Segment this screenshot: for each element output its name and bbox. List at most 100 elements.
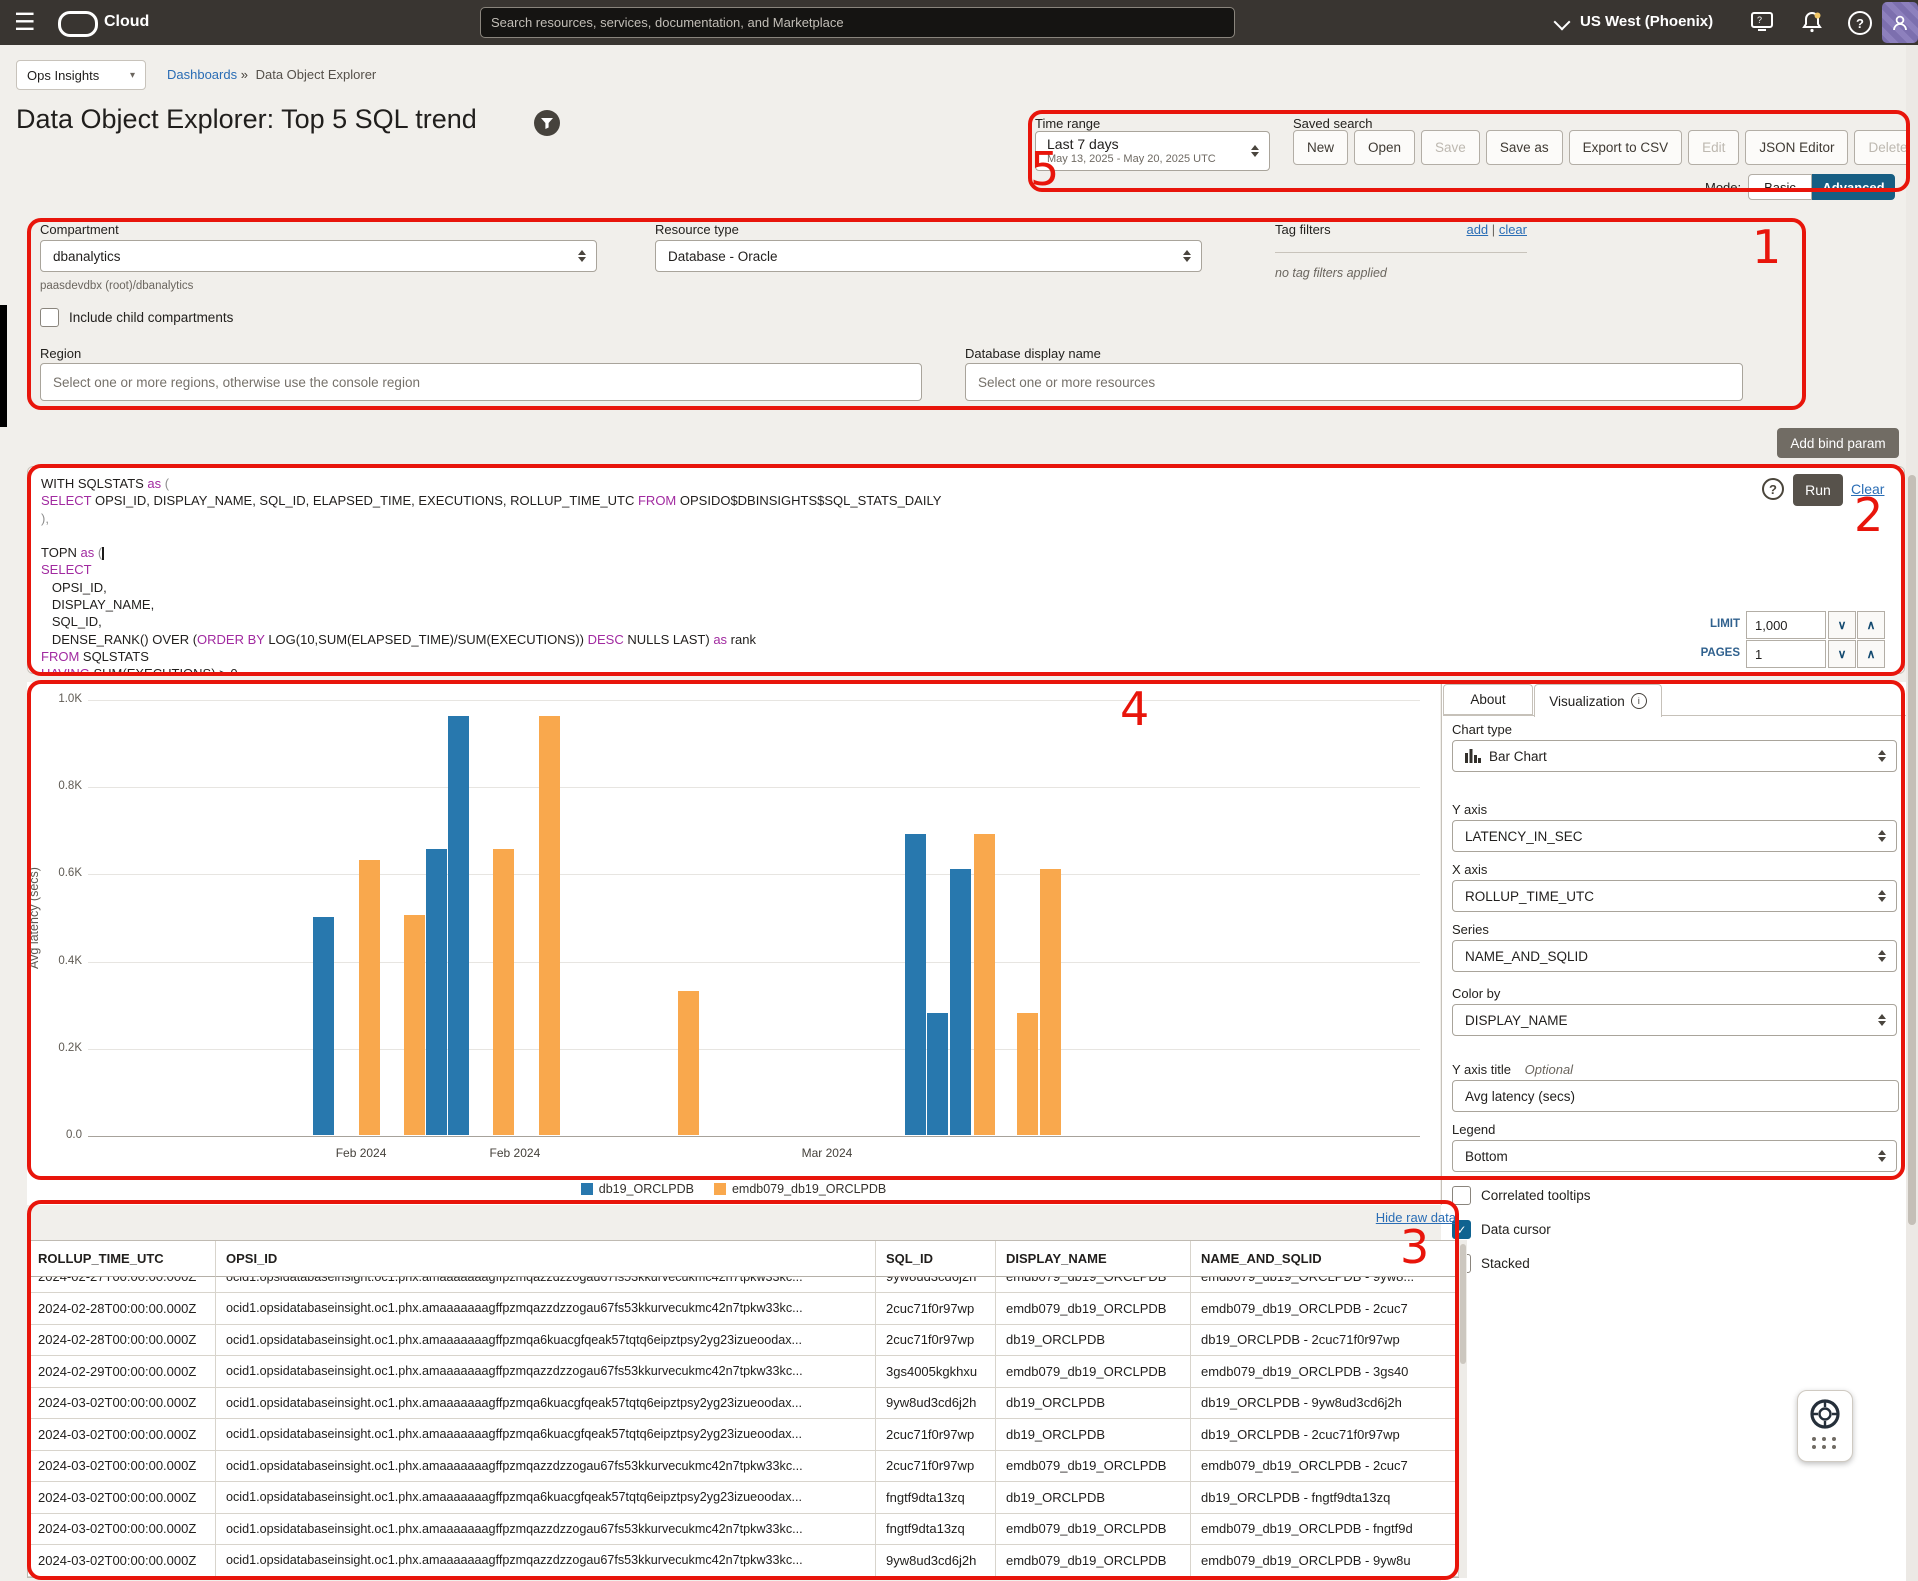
pages-decrement-button[interactable]: ∨ bbox=[1828, 640, 1856, 668]
column-header-name_and_sqlid[interactable]: NAME_AND_SQLID bbox=[1191, 1241, 1459, 1277]
run-button[interactable]: Run bbox=[1793, 474, 1843, 506]
saved-search-save-button[interactable]: Save bbox=[1421, 130, 1480, 165]
chart-type-select[interactable]: Bar Chart bbox=[1452, 740, 1897, 772]
filter-funnel-icon[interactable] bbox=[534, 110, 560, 136]
tab-visualization[interactable]: Visualization i bbox=[1534, 684, 1662, 717]
user-avatar[interactable] bbox=[1882, 2, 1918, 43]
table-row[interactable]: 2024-02-28T00:00:00.000Zocid1.opsidataba… bbox=[28, 1293, 1459, 1325]
table-row[interactable]: 2024-03-02T00:00:00.000Zocid1.opsidataba… bbox=[28, 1388, 1459, 1420]
sql-editor-panel[interactable]: WITH SQLSTATS as (SELECT OPSI_ID, DISPLA… bbox=[27, 466, 1905, 674]
chevron-down-icon[interactable] bbox=[1554, 14, 1571, 31]
table-cell: 2cuc71f0r97wp bbox=[876, 1419, 996, 1451]
saved-search-export-to-csv-button[interactable]: Export to CSV bbox=[1569, 130, 1683, 165]
optional-hint: Optional bbox=[1525, 1062, 1573, 1077]
chart-bar[interactable] bbox=[974, 834, 995, 1135]
table-scrollbar-thumb[interactable] bbox=[1460, 1244, 1466, 1364]
x-axis-select[interactable]: ROLLUP_TIME_UTC bbox=[1452, 880, 1897, 912]
saved-search-new-button[interactable]: New bbox=[1293, 130, 1348, 165]
saved-search-json-editor-button[interactable]: JSON Editor bbox=[1745, 130, 1848, 165]
chart-bar[interactable] bbox=[1017, 1013, 1038, 1135]
chart-bar[interactable] bbox=[1040, 869, 1061, 1135]
legend-item[interactable]: emdb079_db19_ORCLPDB bbox=[714, 1182, 886, 1196]
series-select[interactable]: NAME_AND_SQLID bbox=[1452, 940, 1897, 972]
include-child-checkbox[interactable] bbox=[40, 308, 59, 327]
notifications-bell-icon[interactable] bbox=[1800, 10, 1824, 39]
pages-increment-button[interactable]: ∧ bbox=[1857, 640, 1885, 668]
search-input[interactable] bbox=[480, 7, 1235, 38]
chart-bar[interactable] bbox=[539, 716, 560, 1135]
checkbox[interactable] bbox=[1452, 1186, 1471, 1205]
chart-bar[interactable] bbox=[359, 860, 380, 1135]
chart-bar[interactable] bbox=[426, 849, 447, 1135]
page-scrollbar-thumb[interactable] bbox=[1908, 475, 1916, 1225]
chart-bar[interactable] bbox=[313, 917, 334, 1135]
mode-advanced-button[interactable]: Advanced bbox=[1812, 174, 1895, 200]
resource-type-label: Resource type bbox=[655, 222, 739, 237]
column-header-sql_id[interactable]: SQL_ID bbox=[876, 1241, 996, 1277]
db-display-name-input[interactable] bbox=[965, 363, 1743, 401]
hamburger-menu-icon[interactable]: ☰ bbox=[14, 8, 36, 37]
table-row[interactable]: 2024-03-02T00:00:00.000Zocid1.opsidataba… bbox=[28, 1451, 1459, 1483]
sql-code[interactable]: WITH SQLSTATS as (SELECT OPSI_ID, DISPLA… bbox=[41, 475, 1641, 674]
saved-search-save-as-button[interactable]: Save as bbox=[1486, 130, 1563, 165]
drag-dots-icon bbox=[1812, 1437, 1838, 1449]
sql-help-icon[interactable]: ? bbox=[1762, 478, 1784, 500]
table-row[interactable]: 2024-03-02T00:00:00.000Zocid1.opsidataba… bbox=[28, 1419, 1459, 1451]
limit-increment-button[interactable]: ∧ bbox=[1857, 611, 1885, 639]
saved-search-toolbar: NewOpenSaveSave asExport to CSVEditJSON … bbox=[1293, 130, 1918, 165]
color-by-label: Color by bbox=[1452, 986, 1500, 1001]
table-row[interactable]: 2024-03-02T00:00:00.000Zocid1.opsidataba… bbox=[28, 1545, 1459, 1577]
color-by-select[interactable]: DISPLAY_NAME bbox=[1452, 1004, 1897, 1036]
chart-bar[interactable] bbox=[448, 716, 469, 1135]
column-header-display_name[interactable]: DISPLAY_NAME bbox=[996, 1241, 1191, 1277]
tag-clear-link[interactable]: clear bbox=[1499, 222, 1527, 237]
saved-search-edit-button[interactable]: Edit bbox=[1688, 130, 1739, 165]
saved-search-open-button[interactable]: Open bbox=[1354, 130, 1415, 165]
sql-line: ), bbox=[41, 510, 1641, 527]
column-header-opsi_id[interactable]: OPSI_ID bbox=[216, 1241, 876, 1277]
breadcrumb-dashboards-link[interactable]: Dashboards bbox=[167, 67, 237, 82]
chart-bar[interactable] bbox=[678, 991, 699, 1135]
help-icon[interactable]: ? bbox=[1848, 11, 1872, 35]
time-range-select[interactable]: Last 7 days May 13, 2025 - May 20, 2025 … bbox=[1035, 131, 1270, 171]
resource-type-select[interactable]: Database - Oracle bbox=[655, 240, 1202, 272]
cloud-shell-icon[interactable]: ? bbox=[1750, 11, 1774, 38]
assistant-widget[interactable] bbox=[1797, 1390, 1853, 1462]
chart-bar[interactable] bbox=[905, 834, 926, 1135]
table-row[interactable]: 2024-03-02T00:00:00.000Zocid1.opsidataba… bbox=[28, 1514, 1459, 1546]
tab-about[interactable]: About bbox=[1443, 684, 1533, 715]
region-label: Region bbox=[40, 346, 81, 361]
select-carets-icon bbox=[1183, 250, 1191, 262]
mode-basic-button[interactable]: Basic bbox=[1748, 174, 1812, 200]
limit-decrement-button[interactable]: ∨ bbox=[1828, 611, 1856, 639]
y-axis-select[interactable]: LATENCY_IN_SEC bbox=[1452, 820, 1897, 852]
hide-raw-data-link[interactable]: Hide raw data bbox=[1200, 1210, 1456, 1225]
table-row[interactable]: 2024-02-28T00:00:00.000Zocid1.opsidataba… bbox=[28, 1325, 1459, 1357]
chart-bar[interactable] bbox=[404, 915, 425, 1135]
table-row[interactable]: 2024-02-29T00:00:00.000Zocid1.opsidataba… bbox=[28, 1356, 1459, 1388]
region-selector[interactable]: US West (Phoenix) bbox=[1580, 13, 1713, 30]
table-row[interactable]: 2024-03-02T00:00:00.000Zocid1.opsidataba… bbox=[28, 1482, 1459, 1514]
chart-bar[interactable] bbox=[493, 849, 514, 1135]
column-header-rollup_time_utc[interactable]: ROLLUP_TIME_UTC bbox=[28, 1241, 216, 1277]
region-input[interactable] bbox=[40, 363, 922, 401]
add-bind-param-button[interactable]: Add bind param bbox=[1777, 428, 1899, 458]
select-carets-icon bbox=[1878, 1014, 1886, 1026]
compartment-value: dbanalytics bbox=[53, 249, 121, 264]
bar-chart-plot[interactable] bbox=[88, 700, 1420, 1136]
legend-item[interactable]: db19_ORCLPDB bbox=[581, 1182, 694, 1196]
table-cell: emdb079_db19_ORCLPDB - 9yw8u bbox=[1191, 1545, 1459, 1577]
chart-bar[interactable] bbox=[950, 869, 971, 1135]
clear-link[interactable]: Clear bbox=[1851, 481, 1884, 497]
raw-data-table[interactable]: ROLLUP_TIME_UTCOPSI_IDSQL_IDDISPLAY_NAME… bbox=[27, 1240, 1460, 1578]
pages-input[interactable]: 1 bbox=[1746, 640, 1826, 668]
table-row[interactable]: 2024-02-27T00:00:00.000Zocid1.opsidataba… bbox=[28, 1277, 1459, 1293]
y-axis-title-input[interactable] bbox=[1452, 1080, 1899, 1112]
legend-select[interactable]: Bottom bbox=[1452, 1140, 1897, 1172]
chart-bar[interactable] bbox=[927, 1013, 948, 1135]
bar-chart-icon bbox=[1465, 749, 1481, 763]
limit-input[interactable]: 1,000 bbox=[1746, 611, 1826, 639]
compartment-select[interactable]: dbanalytics bbox=[40, 240, 597, 272]
app-switcher-ops-insights[interactable]: Ops Insights ▾ bbox=[16, 60, 146, 90]
tag-add-link[interactable]: add bbox=[1466, 222, 1488, 237]
